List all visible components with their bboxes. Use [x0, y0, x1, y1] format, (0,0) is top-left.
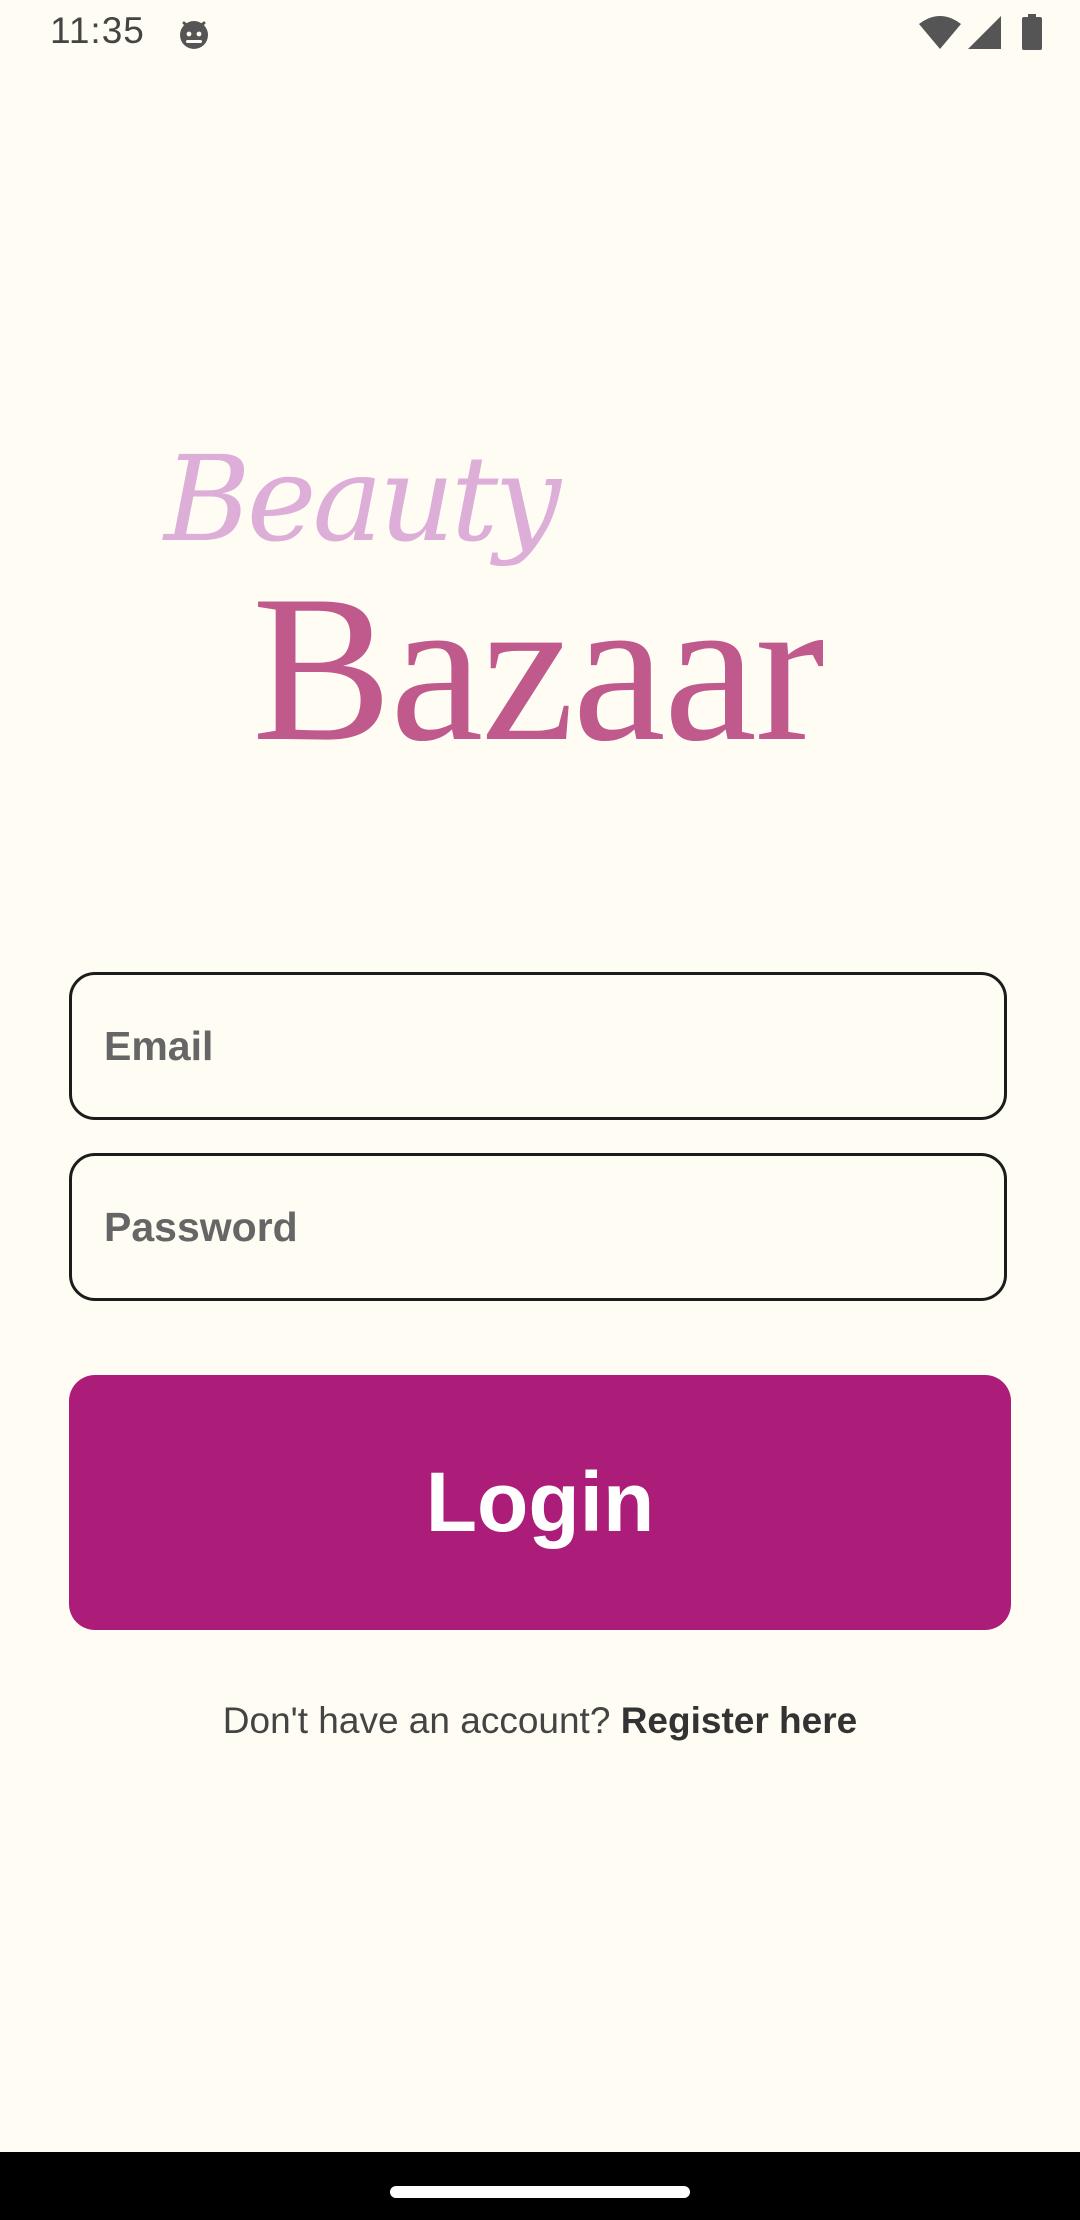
- cellular-signal-icon: [968, 16, 1002, 55]
- app-logo: Beauty Bazaar: [150, 430, 930, 774]
- wifi-icon: [918, 16, 962, 55]
- password-field[interactable]: [69, 1153, 1007, 1301]
- logo-bazaar-text: Bazaar: [252, 553, 825, 785]
- status-bar: 11:35: [0, 0, 1080, 66]
- navigation-bar: [0, 2152, 1080, 2220]
- home-gesture-handle[interactable]: [390, 2186, 690, 2198]
- battery-icon: [1020, 14, 1044, 55]
- android-face-icon: [176, 16, 212, 52]
- email-field[interactable]: [69, 972, 1007, 1120]
- status-icons: [860, 14, 1080, 54]
- logo-beauty-text: Beauty: [164, 430, 561, 568]
- login-button[interactable]: Login: [69, 1375, 1011, 1630]
- register-prompt: Don't have an account? Register here: [0, 1700, 1080, 1742]
- status-time: 11:35: [50, 10, 145, 51]
- register-link[interactable]: Register here: [621, 1700, 858, 1741]
- register-prompt-text: Don't have an account?: [222, 1700, 621, 1741]
